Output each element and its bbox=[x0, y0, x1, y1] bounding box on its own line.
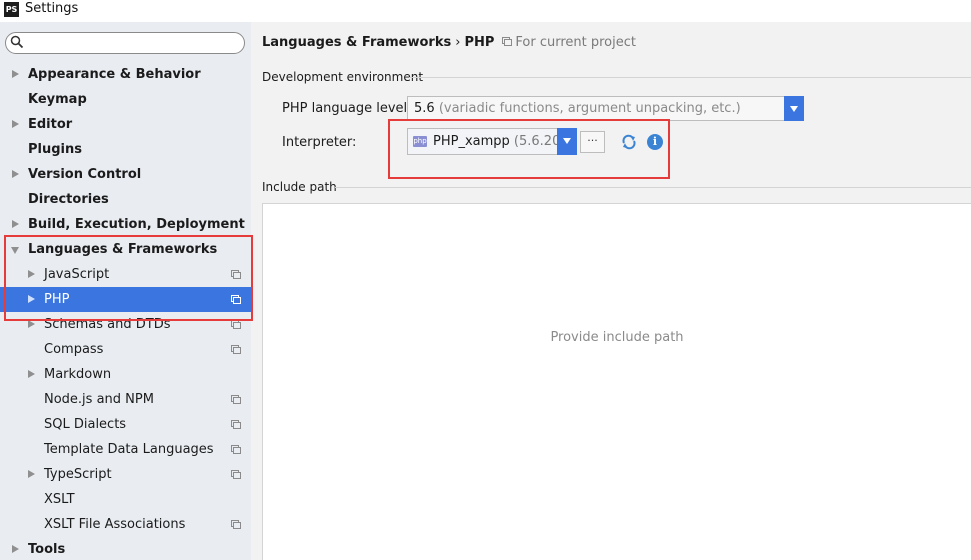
expand-arrow-icon[interactable] bbox=[27, 262, 37, 287]
project-scope-icon bbox=[231, 320, 241, 329]
expand-arrow-icon[interactable] bbox=[27, 312, 37, 337]
expand-arrow-icon[interactable] bbox=[27, 287, 37, 312]
sidebar-item-label: PHP bbox=[44, 292, 70, 307]
expand-arrow-icon[interactable] bbox=[27, 462, 37, 487]
sidebar-item[interactable]: Version Control bbox=[0, 162, 251, 187]
expand-arrow-icon[interactable] bbox=[11, 537, 21, 560]
project-scope-icon bbox=[231, 395, 241, 404]
development-environment-title: Development environment bbox=[262, 70, 424, 84]
include-path-empty-text: Provide include path bbox=[550, 330, 684, 345]
sidebar-item-label: Plugins bbox=[28, 142, 82, 157]
section-divider bbox=[409, 77, 971, 78]
sidebar-item-label: SQL Dialects bbox=[44, 417, 127, 432]
sidebar-item[interactable]: Languages & Frameworks bbox=[0, 237, 251, 262]
search-icon bbox=[10, 35, 24, 49]
settings-content: Languages & Frameworks › PHP For current pr… bbox=[251, 22, 971, 560]
sidebar-item-label: XSLT bbox=[44, 492, 75, 507]
language-level-select[interactable]: 5.6 (variadic functions, argument unpack… bbox=[407, 96, 804, 121]
sidebar-item-label: Tools bbox=[28, 542, 66, 557]
sidebar-item[interactable]: Build, Execution, Deployment bbox=[0, 212, 251, 237]
language-level-value: 5.6 bbox=[414, 101, 435, 116]
breadcrumb-scope: For current project bbox=[515, 35, 636, 50]
project-scope-icon bbox=[502, 37, 513, 46]
project-scope-icon bbox=[231, 520, 241, 529]
sidebar-item[interactable]: Node.js and NPM bbox=[0, 387, 251, 412]
breadcrumb-parent[interactable]: Languages & Frameworks bbox=[262, 35, 451, 50]
expand-arrow-icon[interactable] bbox=[11, 112, 21, 137]
sidebar-item[interactable]: Directories bbox=[0, 187, 251, 212]
expand-arrow-icon[interactable] bbox=[27, 362, 37, 387]
expand-arrow-icon[interactable] bbox=[11, 162, 21, 187]
sidebar-item[interactable]: Tools bbox=[0, 537, 251, 560]
chevron-down-icon[interactable] bbox=[784, 96, 804, 121]
php-icon: php bbox=[413, 136, 427, 147]
include-path-title: Include path bbox=[262, 180, 337, 194]
sidebar-item[interactable]: XSLT bbox=[0, 487, 251, 512]
expand-arrow-icon[interactable] bbox=[11, 212, 21, 237]
browse-interpreters-button[interactable]: ··· bbox=[580, 131, 605, 153]
sidebar-item[interactable]: Markdown bbox=[0, 362, 251, 387]
project-scope-icon bbox=[231, 445, 241, 454]
sidebar-item-label: Markdown bbox=[44, 367, 112, 382]
sidebar-item[interactable]: Appearance & Behavior bbox=[0, 62, 251, 87]
sidebar-item[interactable]: SQL Dialects bbox=[0, 412, 251, 437]
include-path-list[interactable]: Provide include path bbox=[262, 203, 971, 560]
sidebar-item-label: Keymap bbox=[28, 92, 87, 107]
sidebar-item[interactable]: Template Data Languages bbox=[0, 437, 251, 462]
search-input[interactable] bbox=[5, 32, 245, 54]
section-divider bbox=[335, 187, 971, 188]
breadcrumb: Languages & Frameworks › PHP For current pr… bbox=[262, 35, 636, 50]
settings-sidebar: Appearance & Behavior Keymap Editor Plugins… bbox=[0, 22, 251, 560]
sidebar-item[interactable]: Schemas and DTDs bbox=[0, 312, 251, 337]
app-logo-icon: PS bbox=[4, 2, 19, 17]
sidebar-item-label: Schemas and DTDs bbox=[44, 317, 171, 332]
sidebar-item-label: JavaScript bbox=[44, 267, 110, 282]
collapse-arrow-icon[interactable] bbox=[11, 237, 21, 262]
sidebar-item[interactable]: Editor bbox=[0, 112, 251, 137]
language-level-label: PHP language level: bbox=[282, 101, 412, 116]
breadcrumb-current: PHP bbox=[464, 35, 495, 50]
project-scope-icon bbox=[231, 470, 241, 479]
language-level-hint: (variadic functions, argument unpacking,… bbox=[438, 101, 741, 116]
interpreter-name: PHP_xampp bbox=[433, 134, 510, 149]
project-scope-icon bbox=[231, 295, 241, 304]
breadcrumb-separator: › bbox=[455, 35, 461, 50]
sidebar-item-label: Template Data Languages bbox=[44, 442, 214, 457]
sidebar-item-label: Node.js and NPM bbox=[44, 392, 154, 407]
window-title: Settings bbox=[25, 1, 79, 16]
sidebar-item-label: Languages & Frameworks bbox=[28, 242, 218, 257]
info-icon[interactable]: i bbox=[647, 134, 663, 150]
expand-arrow-icon[interactable] bbox=[11, 62, 21, 87]
project-scope-icon bbox=[231, 420, 241, 429]
sidebar-item-label: Build, Execution, Deployment bbox=[28, 217, 245, 232]
sidebar-item-label: Directories bbox=[28, 192, 109, 207]
sidebar-item-label: TypeScript bbox=[44, 467, 112, 482]
sidebar-item-label: Appearance & Behavior bbox=[28, 67, 201, 82]
sidebar-item-label: XSLT File Associations bbox=[44, 517, 186, 532]
sidebar-item-label: Version Control bbox=[28, 167, 142, 182]
sidebar-item[interactable]: PHP bbox=[0, 287, 251, 312]
refresh-icon[interactable] bbox=[621, 134, 637, 150]
sidebar-item[interactable]: TypeScript bbox=[0, 462, 251, 487]
project-scope-icon bbox=[231, 270, 241, 279]
sidebar-item-label: Editor bbox=[28, 117, 73, 132]
sidebar-item[interactable]: Keymap bbox=[0, 87, 251, 112]
interpreter-select[interactable]: php PHP_xampp (5.6.20) bbox=[407, 128, 577, 155]
sidebar-item-label: Compass bbox=[44, 342, 104, 357]
sidebar-item[interactable]: Plugins bbox=[0, 137, 251, 162]
chevron-down-icon[interactable] bbox=[557, 128, 577, 155]
title-bar: PS Settings bbox=[0, 0, 971, 22]
sidebar-item[interactable]: JavaScript bbox=[0, 262, 251, 287]
project-scope-icon bbox=[231, 345, 241, 354]
sidebar-item[interactable]: Compass bbox=[0, 337, 251, 362]
sidebar-item[interactable]: XSLT File Associations bbox=[0, 512, 251, 537]
interpreter-label: Interpreter: bbox=[282, 135, 357, 150]
